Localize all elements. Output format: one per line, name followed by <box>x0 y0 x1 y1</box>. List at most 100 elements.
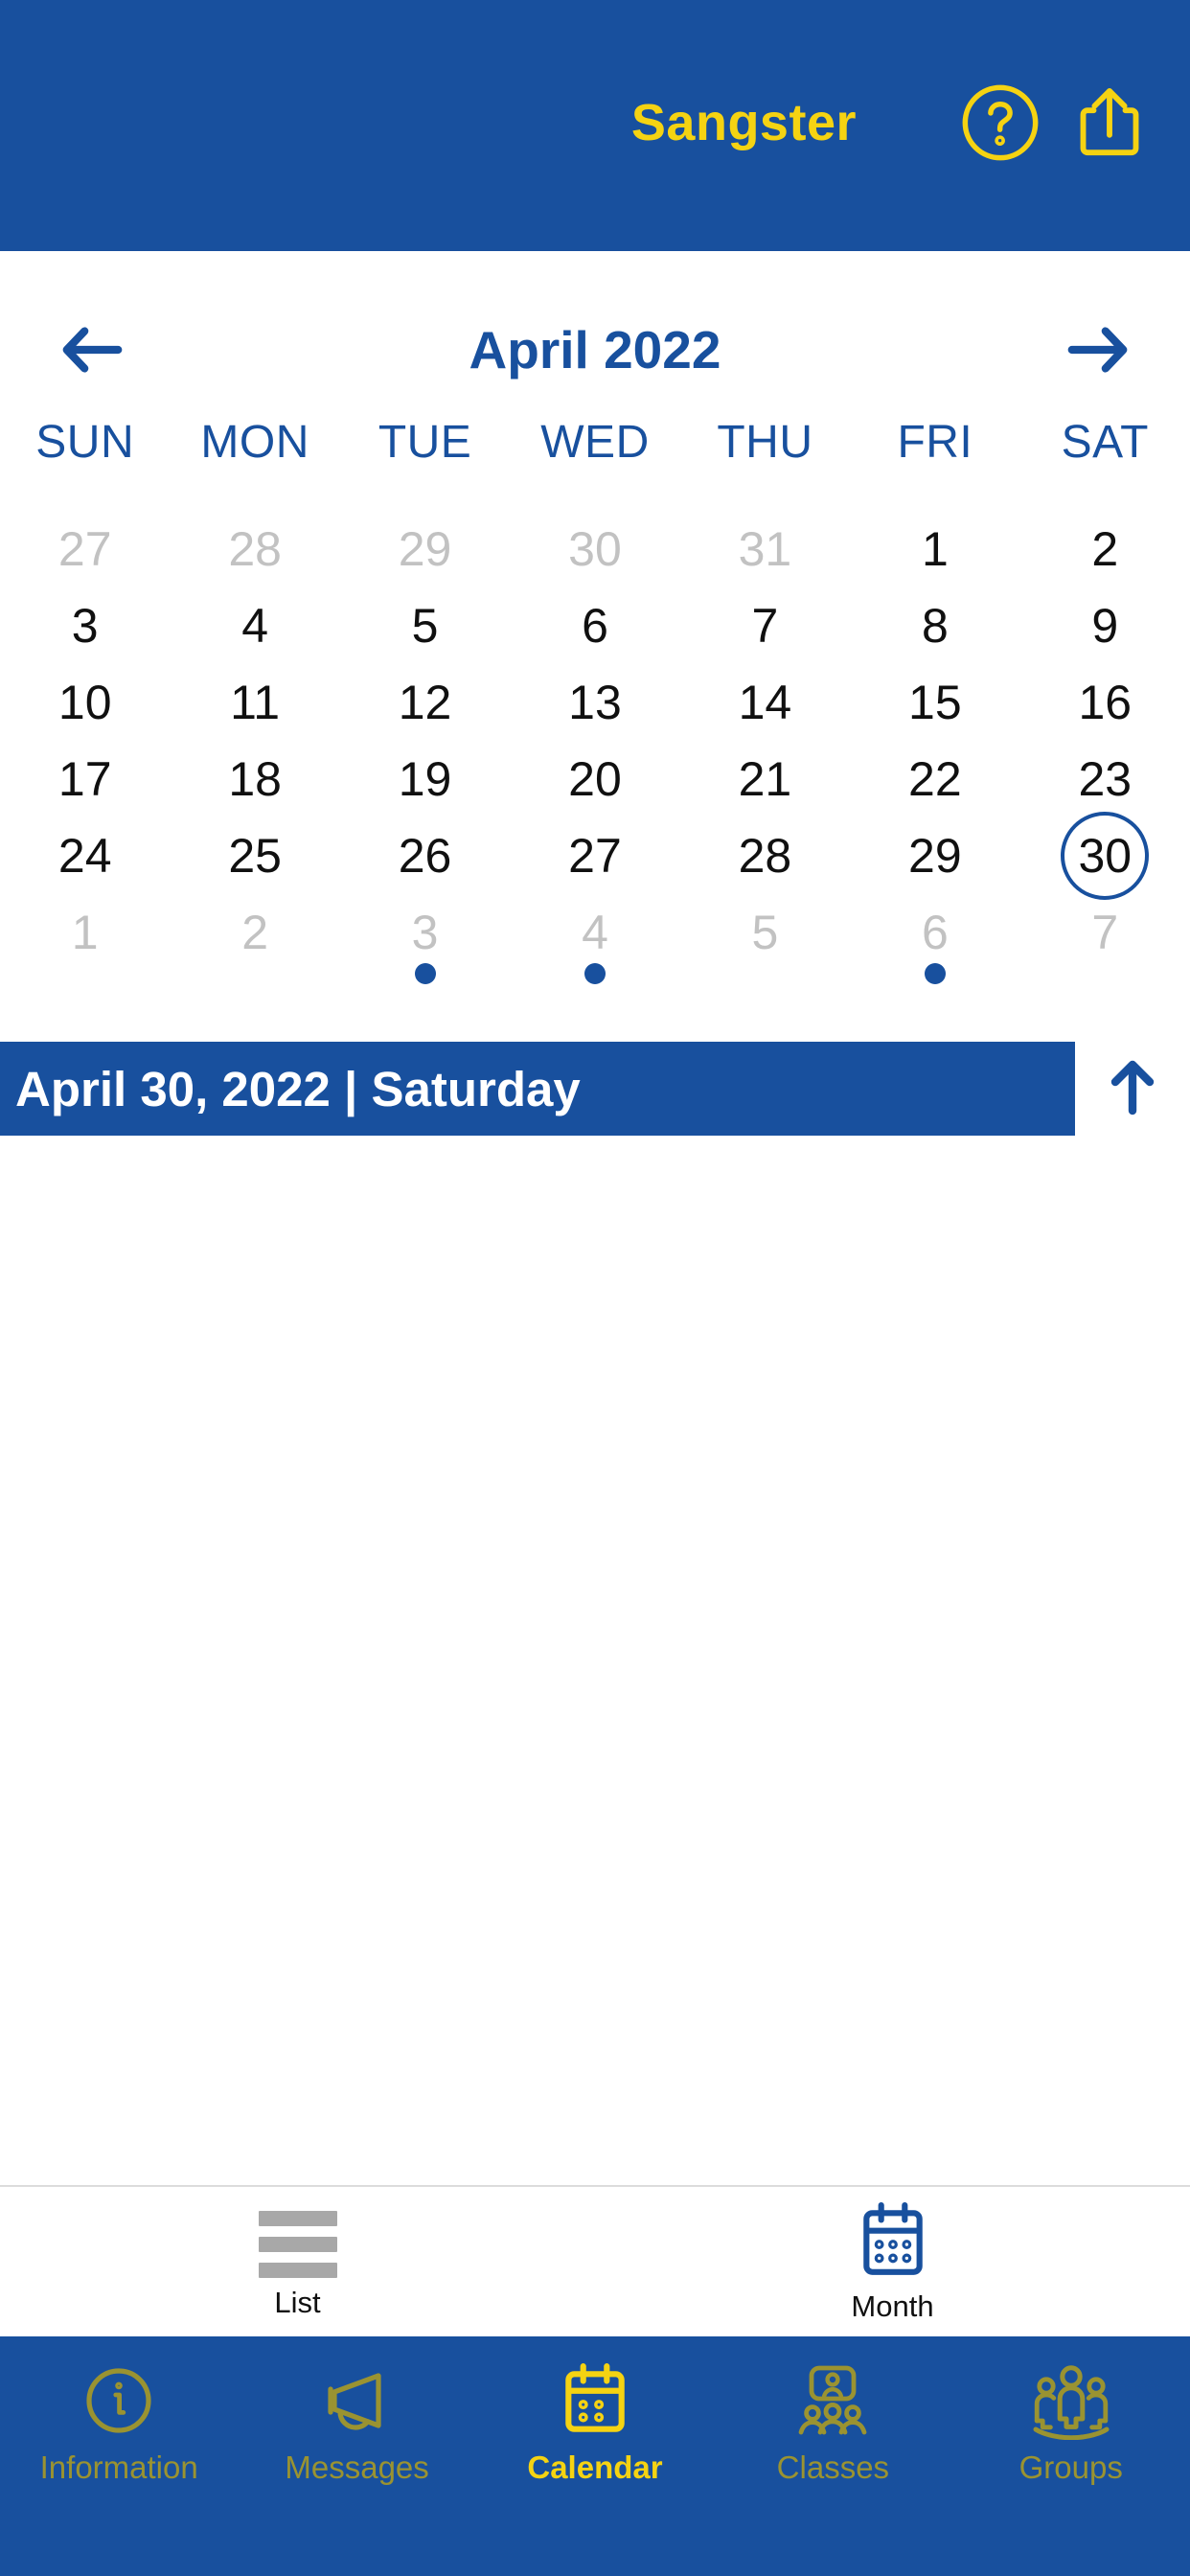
calendar-day-cell[interactable]: 18 <box>170 741 339 817</box>
calendar-day-cell[interactable]: 3 <box>340 894 510 984</box>
app-header: Sangster <box>0 0 1190 251</box>
previous-month-button[interactable] <box>46 311 138 388</box>
calendar-day-number: 2 <box>1091 522 1119 576</box>
calendar-day-number: 3 <box>71 599 99 653</box>
calendar-day-cell[interactable]: 9 <box>1020 587 1190 664</box>
calendar-day-cell[interactable]: 2 <box>1020 511 1190 587</box>
calendar-day-cell[interactable]: 22 <box>850 741 1019 817</box>
collapse-agenda-button[interactable] <box>1075 1055 1190 1123</box>
calendar-day-cell[interactable]: 7 <box>1020 894 1190 971</box>
calendar-day-cell[interactable]: 1 <box>850 511 1019 587</box>
calendar-day-cell[interactable]: 20 <box>510 741 679 817</box>
calendar-day-number: 27 <box>57 522 112 576</box>
calendar-day-cell[interactable]: 30 <box>1020 812 1190 900</box>
calendar-day-cell[interactable]: 13 <box>510 664 679 741</box>
calendar-day-number: 24 <box>57 829 112 883</box>
calendar-app-screen: Sangster April 2022 SUN MON TUE WED THU … <box>0 0 1190 2576</box>
calendar-day-number: 25 <box>228 829 282 883</box>
help-circle-icon[interactable] <box>954 77 1046 169</box>
calendar-day-number: 22 <box>908 752 962 806</box>
weekday-header-row: SUN MON TUE WED THU FRI SAT <box>0 402 1190 469</box>
calendar-day-number: 12 <box>398 676 452 729</box>
calendar-day-cell[interactable]: 3 <box>0 587 170 664</box>
calendar-day-number: 20 <box>568 752 622 806</box>
view-switch-list[interactable]: List <box>0 2207 595 2317</box>
calendar-day-cell[interactable]: 12 <box>340 664 510 741</box>
calendar-day-cell[interactable]: 1 <box>0 894 170 971</box>
arrow-up-icon <box>1104 1055 1161 1123</box>
calendar-day-number: 19 <box>398 752 452 806</box>
calendar-day-cell[interactable]: 27 <box>510 817 679 894</box>
calendar-day-cell[interactable]: 8 <box>850 587 1019 664</box>
tab-groups-label: Groups <box>1018 2450 1123 2485</box>
calendar-day-number: 28 <box>228 522 282 576</box>
tab-classes-label: Classes <box>776 2450 890 2485</box>
calendar-day-number: 1 <box>921 522 949 576</box>
calendar-day-cell[interactable]: 5 <box>340 587 510 664</box>
calendar-day-cell[interactable]: 21 <box>680 741 850 817</box>
weekday-label: SUN <box>35 417 135 468</box>
tab-messages[interactable]: Messages <box>238 2359 475 2483</box>
selected-date-banner[interactable]: April 30, 2022 | Saturday <box>0 1042 1075 1136</box>
calendar-day-number: 7 <box>751 599 779 653</box>
next-month-button[interactable] <box>1052 311 1144 388</box>
calendar-day-number: 11 <box>230 676 281 729</box>
calendar-day-cell[interactable]: 28 <box>170 511 339 587</box>
calendar-day-number: 13 <box>568 676 622 729</box>
calendar-day-number: 4 <box>241 599 269 653</box>
calendar-day-number: 18 <box>228 752 282 806</box>
calendar-day-cell[interactable]: 23 <box>1020 741 1190 817</box>
calendar-icon <box>854 2202 932 2286</box>
tab-classes[interactable]: Classes <box>714 2359 951 2483</box>
calendar-day-number: 8 <box>921 599 949 653</box>
calendar-day-number: 7 <box>1091 906 1119 959</box>
calendar-day-cell[interactable]: 28 <box>680 817 850 894</box>
calendar-day-cell[interactable]: 5 <box>680 894 850 971</box>
calendar-day-number: 31 <box>738 522 792 576</box>
calendar-day-cell[interactable]: 31 <box>680 511 850 587</box>
calendar-day-cell[interactable]: 6 <box>510 587 679 664</box>
calendar-day-cell[interactable]: 11 <box>170 664 339 741</box>
calendar-day-cell[interactable]: 4 <box>170 587 339 664</box>
calendar-day-cell[interactable]: 30 <box>510 511 679 587</box>
calendar-day-number: 26 <box>398 829 452 883</box>
calendar-day-cell[interactable]: 26 <box>340 817 510 894</box>
tab-calendar-label: Calendar <box>527 2450 663 2485</box>
tab-information-label: Information <box>39 2450 198 2485</box>
calendar-day-cell[interactable]: 15 <box>850 664 1019 741</box>
view-switch-month-label: Month <box>851 2289 934 2323</box>
calendar-day-cell[interactable]: 19 <box>340 741 510 817</box>
calendar-day-cell[interactable]: 17 <box>0 741 170 817</box>
calendar-day-number: 30 <box>568 522 622 576</box>
calendar-day-cell[interactable]: 14 <box>680 664 850 741</box>
classes-icon <box>789 2359 877 2442</box>
calendar-day-cell[interactable]: 10 <box>0 664 170 741</box>
tab-groups[interactable]: Groups <box>952 2359 1190 2483</box>
bottom-tab-bar: Information Messages Calendar Classes Gr… <box>0 2336 1190 2576</box>
tab-information[interactable]: Information <box>0 2359 238 2483</box>
calendar-day-number: 28 <box>738 829 792 883</box>
weekday-label: FRI <box>897 417 973 468</box>
calendar-day-cell[interactable]: 29 <box>850 817 1019 894</box>
calendar-day-cell[interactable]: 25 <box>170 817 339 894</box>
calendar-day-cell[interactable]: 27 <box>0 511 170 587</box>
calendar-day-number: 1 <box>71 906 99 959</box>
calendar-day-cell[interactable]: 6 <box>850 894 1019 984</box>
calendar-day-cell[interactable]: 29 <box>340 511 510 587</box>
calendar-day-number: 2 <box>241 906 269 959</box>
calendar-day-cell[interactable]: 2 <box>170 894 339 971</box>
calendar-day-cell[interactable]: 4 <box>510 894 679 984</box>
selected-date-bar: April 30, 2022 | Saturday <box>0 1042 1190 1136</box>
calendar-day-cell[interactable]: 7 <box>680 587 850 664</box>
calendar-day-grid: 27 28 29 30 31 1 2 3 4 5 6 7 8 9 10 11 12 13 14 15 16 17 18 19 2… <box>0 469 1190 984</box>
calendar-day-number: 15 <box>908 676 962 729</box>
calendar-day-number: 30 <box>1061 812 1150 900</box>
event-list-area[interactable] <box>0 1136 1190 2185</box>
calendar-day-cell[interactable]: 24 <box>0 817 170 894</box>
view-switch-month[interactable]: Month <box>595 2202 1190 2321</box>
groups-icon <box>1027 2359 1115 2442</box>
calendar-day-cell[interactable]: 16 <box>1020 664 1190 741</box>
share-icon[interactable] <box>1064 77 1156 169</box>
tab-calendar[interactable]: Calendar <box>476 2359 714 2483</box>
calendar-day-number: 10 <box>57 676 112 729</box>
